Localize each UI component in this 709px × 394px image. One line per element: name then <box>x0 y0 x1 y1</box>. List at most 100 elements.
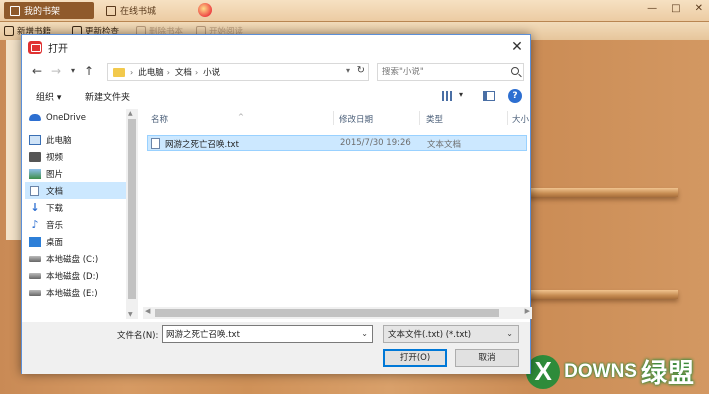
chevron-right-icon[interactable]: › <box>130 68 133 77</box>
text-file-icon <box>151 138 160 149</box>
command-bar: 组织 ▾ 新建文件夹 ▾ ? <box>22 87 530 107</box>
search-box[interactable] <box>377 63 524 81</box>
drive-icon <box>29 255 41 262</box>
nav-item-label: 桌面 <box>46 237 64 248</box>
breadcrumb-this-pc[interactable]: 此电脑 <box>138 66 164 78</box>
nav-item-downloads[interactable]: ↓ 下载 <box>25 199 126 216</box>
sort-indicator-icon: ^ <box>238 113 244 121</box>
address-row: ← → ▾ ↑ › 此电脑 › 文档 › 小说 ▾ ↻ <box>22 61 530 83</box>
new-folder-button[interactable]: 新建文件夹 <box>85 90 130 103</box>
column-size[interactable]: 大小 <box>512 113 529 125</box>
bookshelf-board <box>528 188 678 197</box>
chevron-right-icon[interactable]: › <box>195 68 198 77</box>
maximize-button[interactable]: □ <box>671 3 680 14</box>
nav-item-label: 本地磁盘 (D:) <box>46 271 99 282</box>
nav-item-desktop[interactable]: 桌面 <box>25 233 126 250</box>
store-icon <box>106 5 116 16</box>
minimize-button[interactable]: — <box>647 3 657 14</box>
view-options-icon[interactable] <box>442 91 454 101</box>
file-list-scrollbar[interactable]: ◀ ▶ <box>143 307 532 319</box>
breadcrumb-novels[interactable]: 小说 <box>203 66 220 78</box>
document-icon <box>30 185 39 196</box>
column-divider[interactable] <box>507 111 508 125</box>
scroll-up-icon[interactable]: ▲ <box>128 110 133 117</box>
nav-item-label: OneDrive <box>46 112 86 123</box>
column-type[interactable]: 类型 <box>426 113 443 125</box>
address-dropdown-icon[interactable]: ▾ <box>346 66 350 75</box>
close-icon[interactable]: ✕ <box>509 39 525 55</box>
nav-item-music[interactable]: ♪ 音乐 <box>25 216 126 233</box>
nav-item-drive-c[interactable]: 本地磁盘 (C:) <box>25 250 126 267</box>
scrollbar-thumb[interactable] <box>128 119 136 299</box>
dialog-footer: 文件名(N): 网游之死亡召唤.txt ⌄ 文本文件(.txt) (*.txt)… <box>22 322 530 374</box>
tab-bookshelf-label: 我的书架 <box>24 7 61 17</box>
scroll-down-icon[interactable]: ▼ <box>128 311 133 318</box>
up-arrow-icon[interactable]: ↑ <box>82 64 96 78</box>
tab-bookshelf[interactable]: 我的书架 <box>4 2 94 19</box>
breadcrumb-documents[interactable]: 文档 <box>175 66 192 78</box>
watermark-logo-icon: X <box>526 354 561 389</box>
help-icon[interactable]: ? <box>508 89 522 103</box>
column-name[interactable]: 名称 <box>151 113 168 125</box>
chevron-right-icon[interactable]: › <box>167 68 170 77</box>
filename-label: 文件名(N): <box>117 331 159 341</box>
open-button[interactable]: 打开(O) <box>383 349 447 367</box>
refresh-icon[interactable]: ↻ <box>357 65 365 76</box>
view-dropdown-icon[interactable]: ▾ <box>459 90 463 99</box>
desktop-icon <box>29 236 41 247</box>
file-type: 文本文档 <box>427 140 462 150</box>
column-headers: ^ 名称 修改日期 类型 大小 <box>143 109 532 127</box>
nav-item-drive-d[interactable]: 本地磁盘 (D:) <box>25 267 126 284</box>
tab-online-store[interactable]: 在线书城 <box>100 2 180 19</box>
scrollbar-thumb[interactable] <box>155 309 499 317</box>
filetype-value: 文本文件(.txt) (*.txt) <box>388 330 472 340</box>
column-divider[interactable] <box>333 111 334 125</box>
scroll-left-icon[interactable]: ◀ <box>145 307 150 315</box>
watermark-text: DOWNS <box>564 360 637 382</box>
nav-item-label: 此电脑 <box>46 135 72 146</box>
folder-icon <box>113 67 125 77</box>
filename-field[interactable]: 网游之死亡召唤.txt ⌄ <box>162 325 373 343</box>
file-modified: 2015/7/30 19:26 <box>340 138 411 148</box>
nav-item-this-pc[interactable]: 此电脑 <box>25 131 126 148</box>
nav-item-onedrive[interactable]: OneDrive <box>25 109 126 126</box>
address-bar[interactable]: › 此电脑 › 文档 › 小说 ▾ ↻ <box>107 63 369 81</box>
file-list: ^ 名称 修改日期 类型 大小 网游之死亡召唤.txt 2015/7/30 19… <box>143 109 532 319</box>
picture-icon <box>29 168 41 179</box>
drive-icon <box>29 272 41 279</box>
nav-item-pictures[interactable]: 图片 <box>25 165 126 182</box>
preview-pane-icon[interactable] <box>483 91 495 101</box>
computer-icon <box>29 134 41 145</box>
watermark-cn: 绿盟 <box>640 359 695 389</box>
add-book-icon <box>4 26 14 36</box>
nav-item-label: 本地磁盘 (E:) <box>46 288 98 299</box>
nav-item-label: 文档 <box>46 186 64 197</box>
cancel-button[interactable]: 取消 <box>455 349 519 367</box>
nav-item-documents[interactable]: 文档 <box>25 182 126 199</box>
column-modified[interactable]: 修改日期 <box>339 113 373 125</box>
organize-button[interactable]: 组织 ▾ <box>36 90 61 103</box>
filetype-select[interactable]: 文本文件(.txt) (*.txt) ⌄ <box>383 325 519 343</box>
recent-dropdown-icon[interactable]: ▾ <box>66 64 80 78</box>
forward-arrow-icon[interactable]: → <box>49 64 63 78</box>
download-icon: ↓ <box>30 200 40 214</box>
back-arrow-icon[interactable]: ← <box>30 64 44 78</box>
close-window-button[interactable]: ✕ <box>695 3 703 14</box>
app-header: 我的书架 在线书城 — □ ✕ <box>0 0 709 22</box>
file-row[interactable]: 网游之死亡召唤.txt 2015/7/30 19:26 文本文档 <box>147 135 527 151</box>
nav-item-label: 图片 <box>46 169 64 180</box>
scroll-right-icon[interactable]: ▶ <box>525 307 530 315</box>
search-icon[interactable] <box>511 67 519 75</box>
nav-item-videos[interactable]: 视频 <box>25 148 126 165</box>
onedrive-icon <box>29 114 41 121</box>
chevron-down-icon[interactable]: ⌄ <box>506 329 513 338</box>
window-controls: — □ ✕ <box>647 3 703 14</box>
drive-icon <box>29 289 41 296</box>
nav-scrollbar[interactable]: ▲ ▼ <box>126 109 138 319</box>
chevron-down-icon[interactable]: ⌄ <box>361 329 368 338</box>
video-icon <box>29 151 41 162</box>
column-divider[interactable] <box>419 111 420 125</box>
nav-item-drive-e[interactable]: 本地磁盘 (E:) <box>25 284 126 301</box>
nav-item-label: 下载 <box>46 203 64 214</box>
search-input[interactable] <box>382 67 502 77</box>
